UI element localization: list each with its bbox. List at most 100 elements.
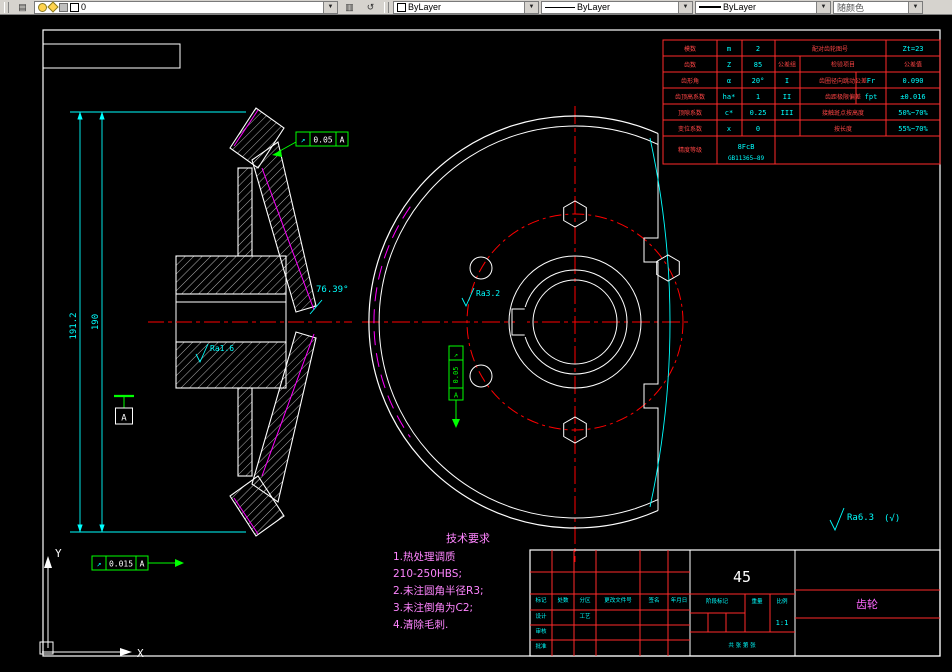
tb-label-process: 工艺: [579, 613, 591, 620]
layer-on-icon: [38, 2, 47, 12]
check-group: III: [781, 109, 794, 117]
datum-label: A: [121, 414, 127, 424]
layer-combo[interactable]: 0 ▼: [34, 0, 338, 14]
dim-cone-angle: 76.39°: [316, 285, 349, 295]
table-value: 85: [754, 61, 762, 69]
make-object-layer-current-button[interactable]: ▥: [340, 0, 359, 14]
table-symbol: α: [727, 77, 731, 85]
toolbar-grip[interactable]: [4, 1, 9, 13]
check-value: 55%~70%: [898, 125, 928, 133]
check-item: 齿圈径向跳动公差: [819, 77, 867, 85]
sheet-corner-box: [42, 43, 181, 69]
color-combo[interactable]: ByLayer ▼: [393, 0, 539, 14]
layer-previous-icon: ↺: [366, 2, 375, 12]
tech-req-line: 3.未注倒角为C2;: [393, 601, 473, 614]
current-layer-value: 0: [81, 2, 87, 12]
tech-req-line: 1.热处理调质: [393, 550, 456, 563]
check-value: ±0.016: [900, 93, 925, 101]
lineweight-sample-icon: [699, 6, 721, 8]
plotstyle-dropdown-arrow[interactable]: ▼: [908, 1, 922, 13]
roughness-general-suffix: (√): [884, 513, 900, 524]
drawing-canvas[interactable]: 模数 m 2 齿数 Z 85 齿形角 α 20° 齿顶高系数 ha* 1 顶隙系…: [0, 0, 952, 672]
header-group: 公差组: [778, 61, 796, 69]
linetype-dropdown-arrow[interactable]: ▼: [678, 1, 692, 13]
check-item: 接触斑点按高度: [822, 109, 864, 117]
linetype-combo[interactable]: ByLayer ▼: [541, 0, 693, 14]
precision-standard: GB11365—89: [728, 155, 765, 162]
tb-label-changedoc: 更改文件号: [604, 596, 632, 604]
front-view: Ra3.2 ↗ 0.05 A: [362, 106, 692, 562]
color-dropdown-arrow[interactable]: ▼: [524, 1, 538, 13]
table-label: 模数: [684, 45, 696, 53]
tb-label-sheets: 共 张 第 张: [728, 641, 756, 649]
current-color-value: ByLayer: [408, 2, 442, 12]
table-label: 齿顶高系数: [675, 93, 705, 101]
layer-dropdown-arrow[interactable]: ▼: [323, 1, 337, 13]
roughness-hole: Ra3.2: [461, 287, 500, 308]
layer-manager-button[interactable]: ▤: [13, 0, 32, 14]
runout-top-value: 0.05: [313, 136, 332, 145]
table-value: 0: [756, 125, 760, 133]
precision-value: 8FcB: [738, 143, 755, 151]
check-item: 齿距极限偏差: [825, 93, 861, 101]
tb-label-weight: 重量: [751, 597, 763, 605]
roughness-hub-value: Ra1.6: [210, 344, 234, 353]
table-label: 齿形角: [681, 77, 699, 85]
check-item: 按长度: [834, 125, 852, 133]
datum-a-flag: A: [114, 394, 134, 425]
runout-tolerance-bottom: ↗ 0.015 A: [91, 555, 184, 571]
current-lineweight-value: ByLayer: [723, 2, 757, 12]
tb-label-design: 设计: [535, 612, 547, 620]
tech-req-line: 4.清除毛刺.: [393, 618, 448, 631]
tech-req-line: 210-250HBS;: [393, 568, 462, 580]
material-value: 45: [733, 568, 751, 586]
table-symbol: ha*: [723, 93, 736, 101]
section-view: [148, 107, 352, 537]
check-code: fpt: [865, 93, 878, 101]
table-label: 变位系数: [678, 125, 702, 133]
header-tol: 公差值: [904, 61, 922, 69]
check-group: I: [785, 77, 789, 85]
runout-icon: ↗: [301, 136, 306, 145]
tb-label-sign: 签名: [648, 596, 659, 604]
lineweight-combo[interactable]: ByLayer ▼: [695, 0, 831, 14]
title-block: 标记 处数 分区 更改文件号 签名 年月日 设计 工艺 审核 批准 45 阶段标…: [529, 549, 941, 657]
roughness-hole-value: Ra3.2: [476, 289, 500, 298]
plotstyle-combo[interactable]: 随颜色 ▼: [833, 0, 923, 14]
current-plotstyle-value: 随颜色: [837, 2, 865, 13]
runout-bottom-datum: A: [140, 560, 145, 569]
layer-previous-button[interactable]: ↺: [361, 0, 380, 14]
table-symbol: m: [727, 45, 731, 53]
table-symbol: c*: [725, 109, 733, 117]
toolbar-grip[interactable]: [384, 1, 389, 13]
runout-icon: ↗: [97, 560, 102, 569]
gear-parameter-table: 模数 m 2 齿数 Z 85 齿形角 α 20° 齿顶高系数 ha* 1 顶隙系…: [662, 39, 941, 165]
tb-label-zone: 分区: [579, 596, 591, 604]
check-value: 50%~70%: [898, 109, 928, 117]
tb-label-scale: 比例: [776, 597, 788, 605]
runout-tolerance-top: ↗ 0.05 A: [272, 131, 349, 157]
tech-req-line: 2.未注圆角半径R3;: [393, 584, 484, 597]
table-value: 2: [756, 45, 760, 53]
tech-req-title: 技术要求: [446, 532, 490, 545]
lineweight-dropdown-arrow[interactable]: ▼: [816, 1, 830, 13]
color-swatch-icon: [397, 2, 406, 12]
runout-bottom-value: 0.015: [109, 560, 133, 569]
object-properties-toolbar: ▤ 0 ▼ ▥ ↺ ByLayer ▼ ByLayer ▼ ByLayer ▼ …: [0, 0, 952, 15]
ucs-y-arrow: [44, 556, 52, 568]
header-item: 检验项目: [831, 61, 855, 69]
tb-label-mark: 标记: [535, 596, 547, 604]
dim-inner-height: 190: [91, 314, 101, 330]
layer-thaw-icon: [47, 1, 59, 13]
general-roughness-note: Ra6.3 (√): [829, 507, 900, 532]
table-label: 顶隙系数: [678, 109, 702, 117]
scale-value: 1:1: [776, 619, 789, 627]
tb-label-count: 处数: [557, 596, 569, 604]
table-value: 0.25: [750, 109, 767, 117]
table-symbol: x: [727, 125, 731, 133]
table-value: 20°: [752, 77, 765, 85]
ucs-x-arrow: [120, 648, 132, 656]
runout-side-datum: A: [454, 392, 459, 400]
layers-icon: ▤: [18, 2, 27, 12]
tb-label-check: 审核: [535, 627, 547, 635]
